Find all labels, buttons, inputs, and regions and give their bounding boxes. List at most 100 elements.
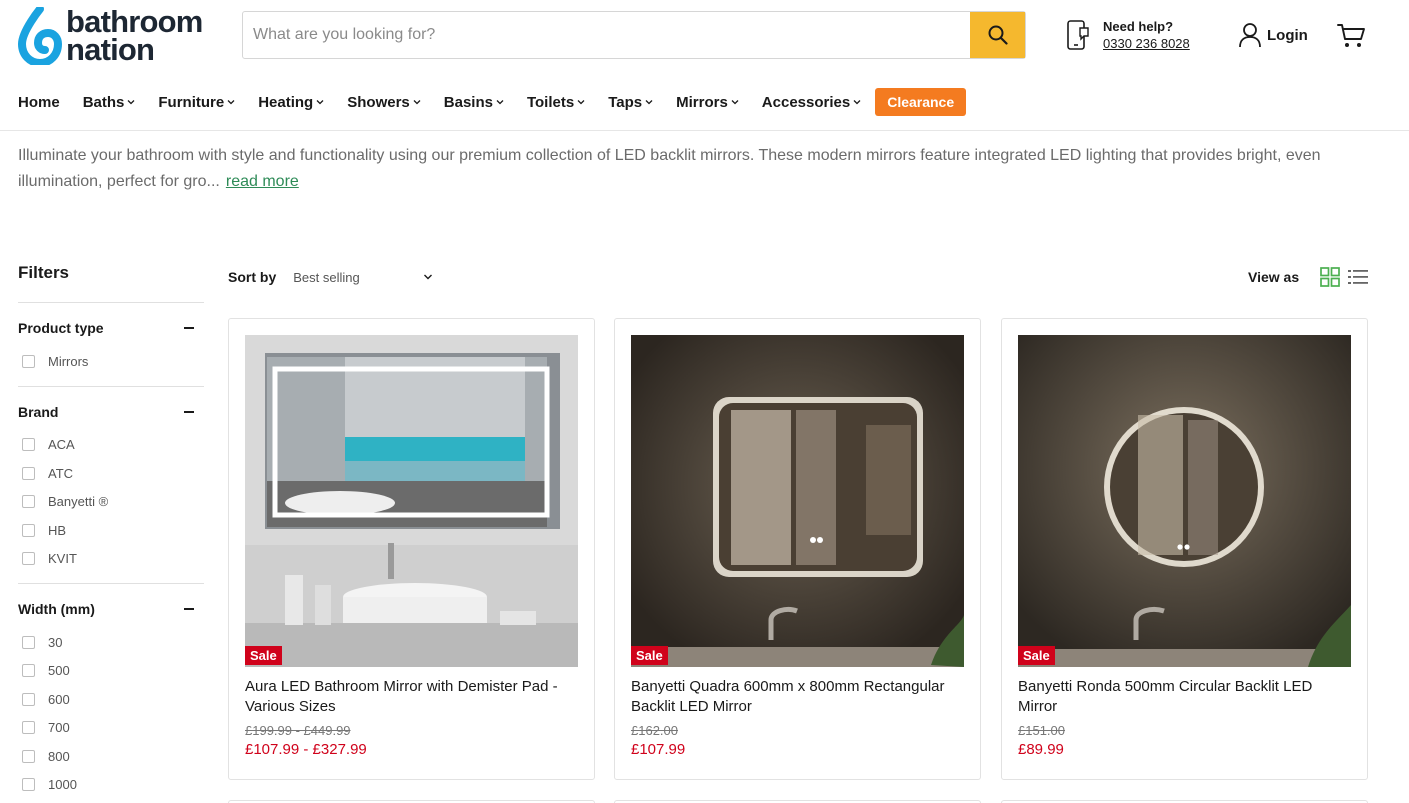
chevron-down-icon (731, 100, 739, 105)
filter-group-brand: Brand ACA ATC Banyetti ® HB KVIT (18, 385, 204, 584)
sort-select[interactable]: Best selling (293, 270, 433, 285)
login-link[interactable]: Login (1238, 22, 1308, 48)
description-text: Illuminate your bathroom with style and … (18, 147, 1321, 190)
product-sale-price: £107.99 (631, 741, 686, 758)
nav-basins[interactable]: Basins (444, 94, 504, 111)
product-card[interactable]: Sale Banyetti Quadra 600mm x 800mm Recta… (614, 318, 981, 780)
product-card[interactable]: Sale Aura LED Bathroom Mirror with Demis… (228, 318, 595, 780)
list-view-icon[interactable] (1347, 266, 1369, 288)
led-rectangular-mirror-image (245, 335, 578, 667)
product-image[interactable] (245, 335, 578, 667)
chevron-down-icon (577, 100, 585, 105)
filter-option[interactable]: 600 (18, 685, 204, 714)
chevron-down-icon (127, 100, 135, 105)
sale-badge: Sale (631, 646, 668, 665)
filter-option[interactable]: HB (18, 516, 204, 545)
help-contact: Need help? 0330 236 8028 (1064, 18, 1190, 52)
collapse-minus-icon (184, 608, 194, 610)
nav-taps[interactable]: Taps (608, 94, 653, 111)
checkbox[interactable] (22, 721, 35, 735)
filter-option[interactable]: Banyetti ® (18, 488, 204, 517)
nav-heating[interactable]: Heating (258, 94, 324, 111)
nav-home[interactable]: Home (18, 94, 60, 111)
help-title: Need help? (1103, 19, 1174, 34)
checkbox[interactable] (22, 635, 35, 649)
sort-value: Best selling (293, 269, 360, 285)
product-original-price: £151.00 (1018, 723, 1065, 738)
nav-showers[interactable]: Showers (347, 94, 421, 111)
chevron-down-icon (853, 100, 861, 105)
checkbox[interactable] (22, 664, 35, 678)
nav-baths[interactable]: Baths (83, 94, 136, 111)
sale-badge: Sale (1018, 646, 1055, 665)
collapse-minus-icon (184, 410, 194, 413)
collection-description: Illuminate your bathroom with style and … (18, 143, 1358, 195)
grid-view-icon[interactable] (1319, 266, 1341, 288)
search-input[interactable] (243, 12, 970, 58)
nav-clearance-button[interactable]: Clearance (875, 88, 967, 116)
cart-icon[interactable] (1336, 20, 1366, 50)
product-title[interactable]: Aura LED Bathroom Mirror with Demister P… (245, 677, 580, 717)
sort-control: Sort by Best selling (228, 269, 433, 285)
checkbox[interactable] (22, 552, 35, 566)
search-button[interactable] (970, 12, 1025, 58)
product-card[interactable]: Sale Banyetti Ronda 500mm Circular Backl… (1001, 318, 1368, 780)
filter-option[interactable]: Mirrors (18, 347, 204, 376)
logo-line2: nation (66, 32, 155, 67)
sort-label: Sort by (228, 269, 277, 285)
chevron-down-icon (424, 274, 433, 280)
checkbox[interactable] (22, 778, 35, 792)
nav-accessories[interactable]: Accessories (762, 94, 861, 111)
main-nav: Home Baths Furniture Heating Showers Bas… (18, 88, 967, 116)
filter-option[interactable]: 800 (18, 742, 204, 771)
product-image[interactable] (1018, 335, 1351, 667)
led-rounded-rectangle-mirror-image (631, 335, 964, 667)
search-icon (988, 25, 1008, 45)
help-phone-link[interactable]: 0330 236 8028 (1103, 35, 1190, 52)
chevron-down-icon (316, 100, 324, 105)
login-label: Login (1267, 26, 1308, 44)
product-original-price: £162.00 (631, 723, 678, 738)
filter-group-product-type: Product type Mirrors (18, 302, 204, 386)
nav-furniture[interactable]: Furniture (158, 94, 235, 111)
product-sale-price: £107.99 - £327.99 (245, 741, 367, 758)
chevron-down-icon (496, 100, 504, 105)
filter-group-toggle[interactable]: Product type (18, 319, 204, 337)
filters-panel: Product type Mirrors Brand ACA ATC Banye… (18, 302, 204, 803)
checkbox[interactable] (22, 438, 35, 452)
chevron-down-icon (227, 100, 235, 105)
phone-icon (1067, 20, 1089, 50)
view-toggle: View as (1248, 266, 1369, 288)
read-more-link[interactable]: read more (226, 173, 299, 190)
chevron-down-icon (645, 100, 653, 105)
filter-option[interactable]: 30 (18, 628, 204, 657)
nav-toilets[interactable]: Toilets (527, 94, 585, 111)
filter-option[interactable]: 700 (18, 714, 204, 743)
checkbox[interactable] (22, 523, 35, 537)
filter-group-toggle[interactable]: Width (mm) (18, 600, 204, 618)
filter-option[interactable]: ATC (18, 459, 204, 488)
checkbox[interactable] (22, 466, 35, 480)
filter-option[interactable]: ACA (18, 431, 204, 460)
filter-option[interactable]: KVIT (18, 545, 204, 574)
product-title[interactable]: Banyetti Ronda 500mm Circular Backlit LE… (1018, 677, 1353, 717)
product-title[interactable]: Banyetti Quadra 600mm x 800mm Rectangula… (631, 677, 966, 717)
collapse-minus-icon (184, 327, 194, 329)
led-circular-mirror-image (1018, 335, 1351, 667)
checkbox[interactable] (22, 495, 35, 509)
site-logo[interactable]: bathroom nation (16, 6, 221, 66)
checkbox[interactable] (22, 692, 35, 706)
checkbox[interactable] (22, 749, 35, 763)
filter-option[interactable]: 1000 (18, 771, 204, 800)
chevron-down-icon (413, 100, 421, 105)
logo-text: bathroom nation (66, 6, 203, 67)
product-image[interactable] (631, 335, 964, 667)
filter-option[interactable]: 500 (18, 657, 204, 686)
nav-mirrors[interactable]: Mirrors (676, 94, 739, 111)
filter-group-toggle[interactable]: Brand (18, 403, 204, 421)
water-drop-logo-icon (17, 7, 63, 65)
product-original-price: £199.99 - £449.99 (245, 723, 351, 738)
filters-title: Filters (18, 263, 70, 282)
search-bar (242, 11, 1026, 59)
checkbox[interactable] (22, 354, 35, 368)
